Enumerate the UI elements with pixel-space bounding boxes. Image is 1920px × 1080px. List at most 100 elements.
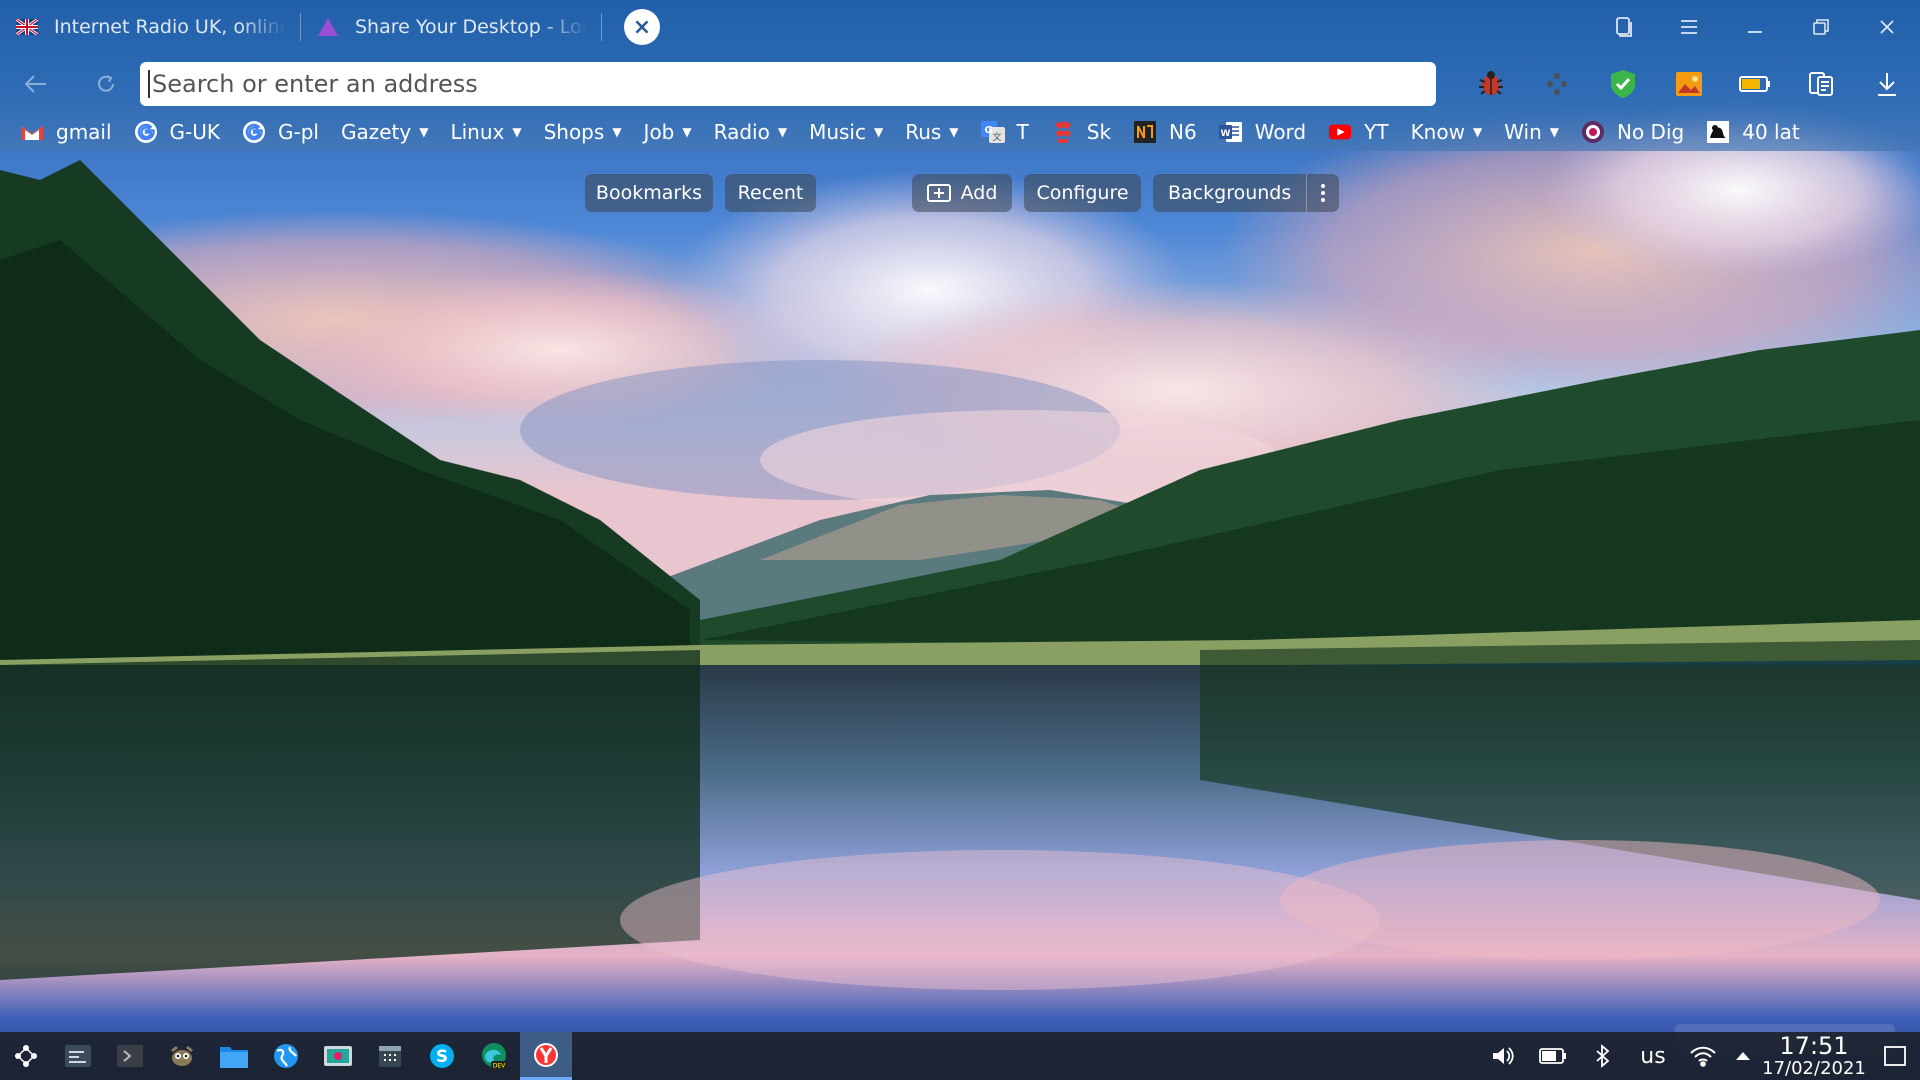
close-tab-button[interactable]: × (624, 9, 660, 45)
bookmark-n6[interactable]: N6 (1133, 120, 1197, 144)
terminal-icon[interactable] (104, 1032, 156, 1080)
word-icon: W (1218, 120, 1243, 144)
dropdown-arrow-icon: ▼ (512, 125, 522, 139)
navigation-bar (0, 58, 1920, 110)
system-tray: us 17:51 17/02/2021 (1478, 1032, 1920, 1080)
address-bar[interactable] (140, 62, 1436, 106)
svg-text:文: 文 (992, 131, 1001, 143)
minimize-icon[interactable] (1722, 0, 1788, 54)
configure-button[interactable]: Configure (1024, 174, 1141, 212)
bookmark-label: G-pl (278, 120, 319, 144)
bookmark-win[interactable]: Win ▼ (1504, 120, 1559, 144)
uk-flag-icon (16, 16, 38, 38)
bookmark-gazety[interactable]: Gazety ▼ (341, 120, 428, 144)
kde-connect-icon[interactable] (1524, 62, 1590, 106)
close-window-icon[interactable] (1854, 0, 1920, 54)
bug-extension-icon[interactable] (1458, 62, 1524, 106)
battery-extension-icon[interactable] (1722, 62, 1788, 106)
clock[interactable]: 17:51 17/02/2021 (1758, 1032, 1870, 1080)
bookmark-radio[interactable]: Radio ▼ (714, 120, 787, 144)
calendar-app-icon[interactable] (364, 1032, 416, 1080)
more-options-icon[interactable] (1307, 174, 1339, 212)
address-input[interactable] (152, 70, 1436, 98)
yandex-browser-icon[interactable] (520, 1032, 572, 1080)
svg-text:G: G (984, 125, 992, 136)
forty-lat-icon (1706, 120, 1730, 144)
backgrounds-button[interactable]: Backgrounds (1153, 174, 1306, 212)
menu-icon[interactable] (1656, 0, 1722, 54)
bookmarks-button-label: Bookmarks (595, 182, 703, 204)
add-button[interactable]: Add (912, 174, 1012, 212)
recent-button[interactable]: Recent (725, 174, 816, 212)
tab-panel-icon[interactable] (1590, 0, 1656, 54)
bookmark-g-uk[interactable]: G-UK (134, 120, 220, 144)
bookmarks-bar: gmail G-UK G-pl Gazety ▼ Linux ▼ Shops ▼ Job ▼ Radi… (0, 114, 1920, 150)
svg-text:W: W (1220, 129, 1230, 139)
add-icon (926, 184, 951, 202)
internet-icon[interactable] (260, 1032, 312, 1080)
expand-tray-icon[interactable] (1728, 1032, 1758, 1080)
recent-button-label: Recent (737, 182, 804, 204)
extension-toolbar (1458, 58, 1920, 110)
system-monitor-icon[interactable] (52, 1032, 104, 1080)
bookmark-yt[interactable]: YT (1328, 120, 1389, 144)
bookmarks-button[interactable]: Bookmarks (585, 174, 713, 212)
tab-share-desktop[interactable]: Share Your Desktop - Lou (301, 0, 601, 54)
wifi-icon[interactable] (1678, 1032, 1728, 1080)
configure-button-label: Configure (1036, 182, 1129, 204)
bookmark-g-pl[interactable]: G-pl (242, 120, 319, 144)
bookmark-label: No Dig (1617, 120, 1685, 144)
bookmark-rus[interactable]: Rus ▼ (905, 120, 958, 144)
shield-check-icon[interactable] (1590, 62, 1656, 106)
battery-icon[interactable] (1528, 1032, 1578, 1080)
bookmark-shops[interactable]: Shops ▼ (544, 120, 622, 144)
bookmark-music[interactable]: Music ▼ (809, 120, 883, 144)
bookmark-label: Gazety (340, 120, 412, 144)
screenshot-tool-icon[interactable] (312, 1032, 364, 1080)
image-extension-icon[interactable] (1656, 62, 1722, 106)
edge-dev-icon[interactable]: DEV (468, 1032, 520, 1080)
notes-extension-icon[interactable] (1788, 62, 1854, 106)
dropdown-arrow-icon: ▼ (419, 125, 429, 139)
bookmark-label: 40 lat (1742, 120, 1800, 144)
bookmark-no-dig[interactable]: No Dig (1581, 120, 1684, 144)
bookmark-gmail[interactable]: gmail (20, 120, 112, 144)
skype-icon[interactable]: S (416, 1032, 468, 1080)
taskbar-launchers: S DEV (0, 1032, 572, 1080)
tab-separator (601, 13, 602, 41)
bookmark-label: Music (809, 120, 866, 144)
svg-text:DEV: DEV (493, 1063, 506, 1070)
bookmark-t[interactable]: G文 T (980, 120, 1029, 144)
add-button-label: Add (960, 182, 998, 204)
bookmark-label: YT (1364, 120, 1389, 144)
dropdown-arrow-icon: ▼ (949, 125, 959, 139)
bookmark-job[interactable]: Job ▼ (644, 120, 692, 144)
bookmark-sk[interactable]: Sk (1051, 120, 1111, 144)
dropdown-arrow-icon: ▼ (873, 125, 884, 139)
tab-title: Internet Radio UK, online (54, 16, 286, 38)
volume-icon[interactable] (1478, 1032, 1528, 1080)
bookmark-word[interactable]: W Word (1218, 120, 1306, 144)
gimp-icon[interactable] (156, 1032, 208, 1080)
bookmark-label: Linux (450, 120, 505, 144)
bookmark-label: N6 (1169, 120, 1197, 144)
app-launcher-icon[interactable] (0, 1032, 52, 1080)
translate-icon: G文 (980, 120, 1005, 144)
reload-button[interactable] (76, 62, 136, 106)
show-desktop-icon[interactable] (1870, 1032, 1920, 1080)
file-manager-icon[interactable] (208, 1032, 260, 1080)
restore-icon[interactable] (1788, 0, 1854, 54)
bookmark-40-lat[interactable]: 40 lat (1706, 120, 1800, 144)
bookmark-label: Know (1410, 120, 1465, 144)
keyboard-layout-indicator[interactable]: us (1628, 1032, 1678, 1080)
dropdown-arrow-icon: ▼ (1549, 125, 1559, 139)
dropdown-arrow-icon: ▼ (612, 125, 622, 139)
bluetooth-icon[interactable] (1578, 1032, 1628, 1080)
bookmark-know[interactable]: Know ▼ (1411, 120, 1483, 144)
back-button[interactable] (6, 62, 66, 106)
download-icon[interactable] (1854, 62, 1920, 106)
dropdown-arrow-icon: ▼ (682, 125, 692, 139)
bookmark-linux[interactable]: Linux ▼ (450, 120, 521, 144)
tab-internet-radio[interactable]: Internet Radio UK, online (0, 0, 300, 54)
dropdown-arrow-icon: ▼ (1472, 125, 1483, 139)
